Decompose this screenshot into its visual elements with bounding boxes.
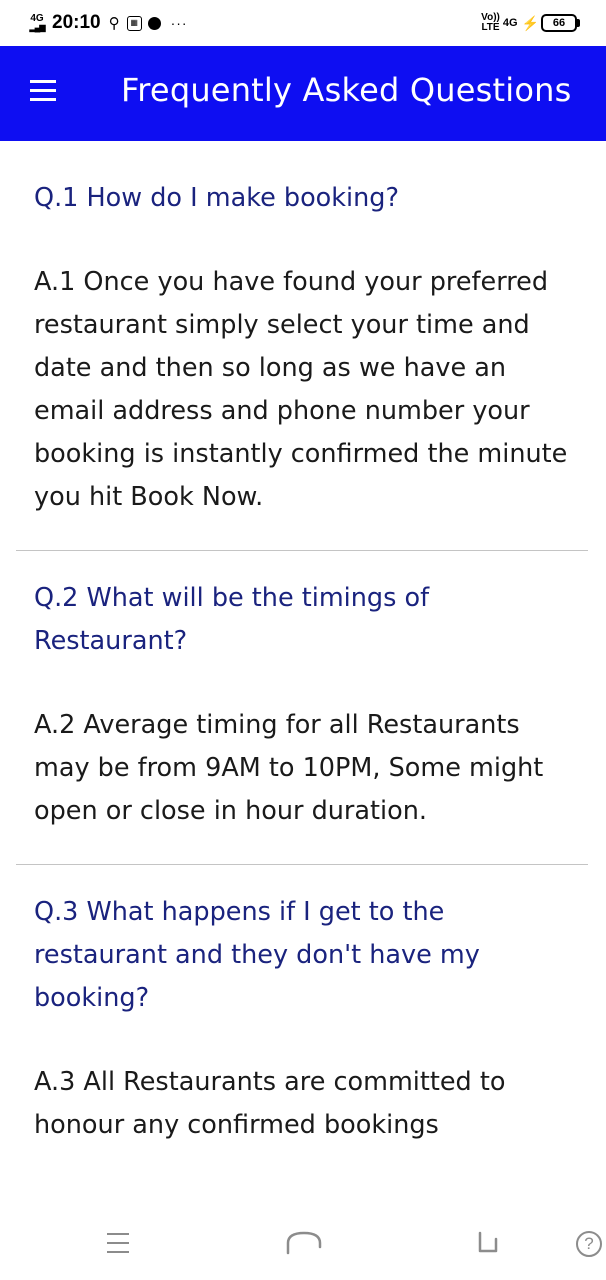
back-icon	[478, 1231, 498, 1253]
faq-answer: A.1 Once you have found your preferred r…	[34, 267, 568, 512]
faq-answer: A.2 Average timing for all Restaurants m…	[34, 710, 544, 826]
app-notification-icon: ▦	[126, 15, 142, 31]
faq-item: A.3 All Restaurants are committed to hon…	[0, 1061, 606, 1147]
faq-item: A.2 Average timing for all Restaurants m…	[0, 704, 606, 833]
status-bar-right: Vo)) LTE 4G ⚡ 66	[481, 10, 580, 36]
faq-item: Q.3 What happens if I get to the restaur…	[0, 891, 606, 1020]
faq-list[interactable]: Q.1 How do I make booking? A.1 Once you …	[0, 141, 606, 1203]
system-navigation-bar: ?	[0, 1203, 606, 1280]
faq-question: Q.1 How do I make booking?	[34, 183, 400, 213]
more-notifications-icon: ···	[170, 15, 188, 31]
usb-icon: ⚲	[108, 15, 120, 32]
recent-apps-button[interactable]	[107, 1233, 129, 1260]
faq-item: Q.1 How do I make booking?	[0, 177, 606, 220]
hamburger-menu-icon[interactable]	[30, 80, 56, 104]
app-bar: Frequently Asked Questions	[0, 46, 606, 141]
back-button[interactable]	[474, 1229, 502, 1259]
volte-icon: Vo)) LTE	[481, 12, 500, 33]
faq-item: A.1 Once you have found your preferred r…	[0, 261, 606, 519]
faq-question: Q.2 What will be the timings of Restaura…	[34, 583, 430, 656]
faq-item: Q.2 What will be the timings of Restaura…	[0, 577, 606, 663]
home-icon	[286, 1231, 322, 1255]
home-button[interactable]	[284, 1229, 324, 1259]
page-title: Frequently Asked Questions	[121, 71, 572, 109]
help-icon[interactable]: ?	[576, 1231, 602, 1257]
chat-bubble-icon	[147, 16, 161, 30]
faq-answer: A.3 All Restaurants are committed to hon…	[34, 1067, 506, 1140]
status-bar-left: 4G ▂▄▆ 20:10 ⚲ ▦ ···	[28, 10, 188, 36]
battery-icon: 66	[541, 14, 580, 32]
faq-question: Q.3 What happens if I get to the restaur…	[34, 897, 480, 1013]
charging-icon: ⚡	[521, 14, 539, 31]
status-bar: 4G ▂▄▆ 20:10 ⚲ ▦ ··· Vo)) LTE 4G ⚡ 66	[0, 0, 606, 46]
battery-level: 66	[541, 14, 577, 32]
status-time: 20:10	[52, 12, 101, 33]
signal-icon: 4G ▂▄▆	[29, 13, 46, 33]
network-type-right: 4G	[502, 17, 518, 29]
